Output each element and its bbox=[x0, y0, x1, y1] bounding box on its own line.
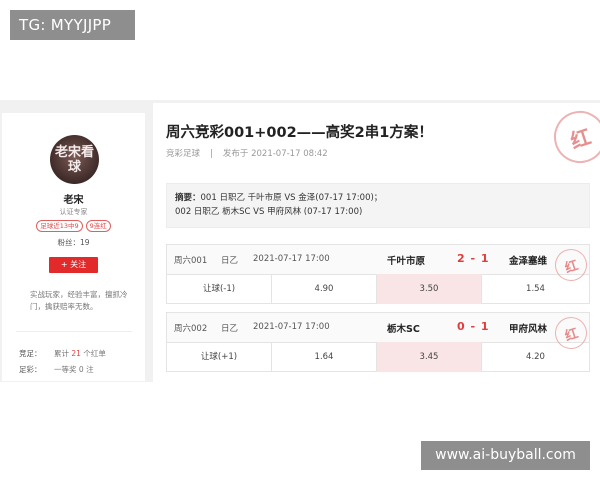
stat-label: 竞足： bbox=[19, 349, 42, 358]
match-score: 2 - 1 bbox=[457, 252, 490, 265]
match-header: 周六001 日乙 2021-07-17 17:00 千叶市原 2 - 1 金泽塞… bbox=[167, 244, 592, 286]
article-summary: 摘要：001 日职乙 千叶市原 VS 金泽(07-17 17:00)； 002 … bbox=[166, 183, 590, 228]
match-code: 周六001 bbox=[174, 256, 208, 266]
odds-row: 让球(-1) 4.90 3.50 1.54 bbox=[167, 274, 589, 304]
match-card: 周六001 日乙 2021-07-17 17:00 千叶市原 2 - 1 金泽塞… bbox=[166, 244, 592, 304]
category-link[interactable]: 竞彩足球 bbox=[166, 149, 200, 159]
match-time: 2021-07-17 17:00 bbox=[253, 322, 330, 332]
watermark-bottom: www.ai-buyball.com bbox=[421, 441, 590, 470]
match-league: 日乙 bbox=[221, 324, 239, 334]
odds-cell: 1.54 bbox=[526, 284, 545, 294]
badge-streak: 9连红 bbox=[85, 220, 111, 232]
match-score: 0 - 1 bbox=[457, 320, 490, 333]
stat-suffix: 个红单 bbox=[83, 349, 106, 358]
stat-zucai: 足彩： 一等奖 0 注 bbox=[19, 364, 94, 375]
match-league: 日乙 bbox=[221, 256, 239, 266]
match-time: 2021-07-17 17:00 bbox=[253, 254, 330, 264]
away-team: 甲府风林 bbox=[509, 324, 548, 335]
stat-prefix: 累计 bbox=[54, 349, 69, 358]
author-name[interactable]: 老宋 bbox=[2, 191, 145, 206]
follow-button[interactable]: + 关注 bbox=[49, 257, 98, 273]
odds-cell: 4.90 bbox=[272, 274, 377, 304]
match-card: 周六002 日乙 2021-07-17 17:00 栃木SC 0 - 1 甲府风… bbox=[166, 312, 592, 372]
odds-cell-selected: 3.50 bbox=[377, 274, 482, 304]
red-seal-stamp: 红 bbox=[547, 104, 600, 170]
summary-text-1: 001 日职乙 千叶市原 VS 金泽(07-17 17:00)； bbox=[200, 193, 383, 203]
badge-record: 足球近13中9 bbox=[36, 220, 83, 232]
odds-row: 让球(+1) 1.64 3.45 4.20 bbox=[167, 342, 589, 372]
stat-number: 0 bbox=[78, 365, 84, 374]
stat-jingzu: 竞足： 累计 21 个红单 bbox=[19, 348, 106, 359]
match-header: 周六002 日乙 2021-07-17 17:00 栃木SC 0 - 1 甲府风… bbox=[167, 312, 592, 354]
summary-label: 摘要： bbox=[175, 193, 201, 203]
stat-number: 21 bbox=[71, 349, 81, 358]
stat-suffix: 注 bbox=[86, 365, 94, 374]
stat-label: 足彩： bbox=[19, 365, 42, 374]
stat-prefix: 一等奖 bbox=[54, 365, 77, 374]
summary-line-1: 摘要：001 日职乙 千叶市原 VS 金泽(07-17 17:00)； bbox=[175, 191, 581, 205]
fans-count: 粉丝：19 bbox=[57, 238, 90, 247]
avatar[interactable]: 老宋看球 bbox=[50, 135, 99, 184]
divider bbox=[16, 331, 132, 332]
match-code: 周六002 bbox=[174, 324, 208, 334]
publish-time: 发布于 2021-07-17 08:42 bbox=[222, 149, 328, 159]
article-panel: 周六竞彩001+002——高奖2串1方案！ 竞彩足球 | 发布于 2021-07-1… bbox=[153, 103, 600, 382]
author-sidebar: 老宋看球 老宋 认证专家 足球近13中9 9连红 粉丝：19 + 关注 实战玩家… bbox=[2, 113, 145, 381]
away-team: 金泽塞维 bbox=[509, 256, 548, 267]
odds-cell: 1.64 bbox=[272, 342, 377, 372]
author-role: 认证专家 bbox=[59, 208, 88, 216]
odds-cell-selected: 3.45 bbox=[377, 342, 482, 372]
home-team: 栃木SC bbox=[387, 324, 420, 335]
odds-cell: 4.20 bbox=[526, 352, 545, 362]
article-meta: 竞彩足球 | 发布于 2021-07-17 08:42 bbox=[166, 147, 328, 159]
watermark-top: TG: MYYJJPP bbox=[10, 10, 135, 40]
article-title: 周六竞彩001+002——高奖2串1方案！ bbox=[166, 125, 433, 141]
handicap-label: 让球(+1) bbox=[167, 342, 272, 372]
author-bio: 实战玩家，经验丰富，擅抓冷门，擒获赔率无数。 bbox=[30, 290, 128, 311]
summary-line-2: 002 日职乙 栃木SC VS 甲府风林 (07-17 17:00) bbox=[175, 207, 363, 217]
handicap-label: 让球(-1) bbox=[167, 274, 272, 304]
author-badges: 足球近13中9 9连红 bbox=[2, 220, 145, 232]
home-team: 千叶市原 bbox=[387, 256, 426, 267]
meta-separator: | bbox=[210, 149, 213, 159]
